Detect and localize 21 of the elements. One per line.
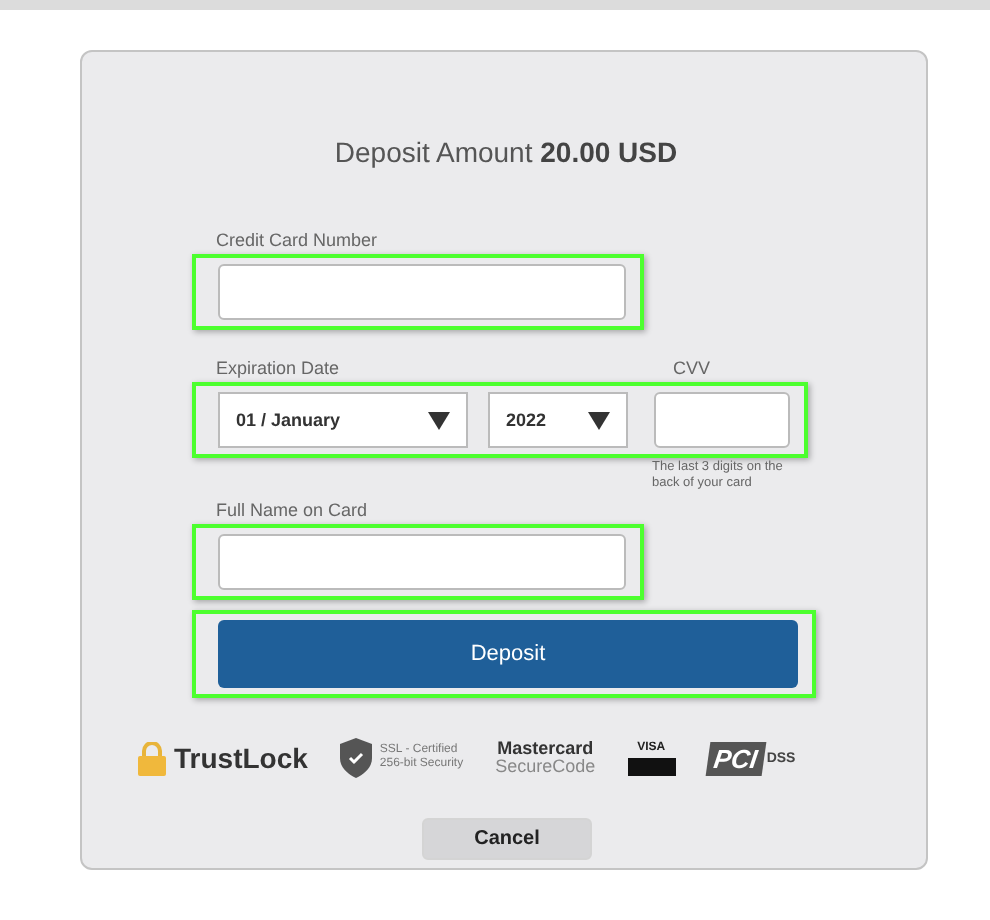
padlock-icon <box>138 741 166 776</box>
field-label: Full Name on Card <box>216 500 370 521</box>
caret-icon <box>428 411 450 429</box>
caret-icon <box>588 411 610 429</box>
shield-icon <box>339 738 372 779</box>
field-label: Expiration Date <box>216 358 340 378</box>
cancel-button[interactable]: Cancel <box>422 818 592 861</box>
visa-badge-bar <box>627 757 676 776</box>
field-label: Credit Card Number <box>216 230 380 250</box>
securecode-text: SecureCode <box>495 758 596 778</box>
trustlock-logo: TrustLock <box>174 742 308 775</box>
deposit-button[interactable]: Deposit <box>218 620 798 689</box>
full-name-field[interactable] <box>218 534 626 591</box>
card-number-field[interactable] <box>218 264 626 320</box>
year-dropdown[interactable]: 2022 <box>488 392 628 448</box>
cvv-field[interactable] <box>654 392 790 448</box>
month-dropdown[interactable]: 01 / January <box>218 392 468 448</box>
deposit-title: Deposit Amount 20.00 USD <box>332 136 680 168</box>
field-label: CVV <box>673 358 711 378</box>
mastercard-logo: Mastercard <box>497 739 594 759</box>
pci-logo: PCI <box>704 741 765 776</box>
